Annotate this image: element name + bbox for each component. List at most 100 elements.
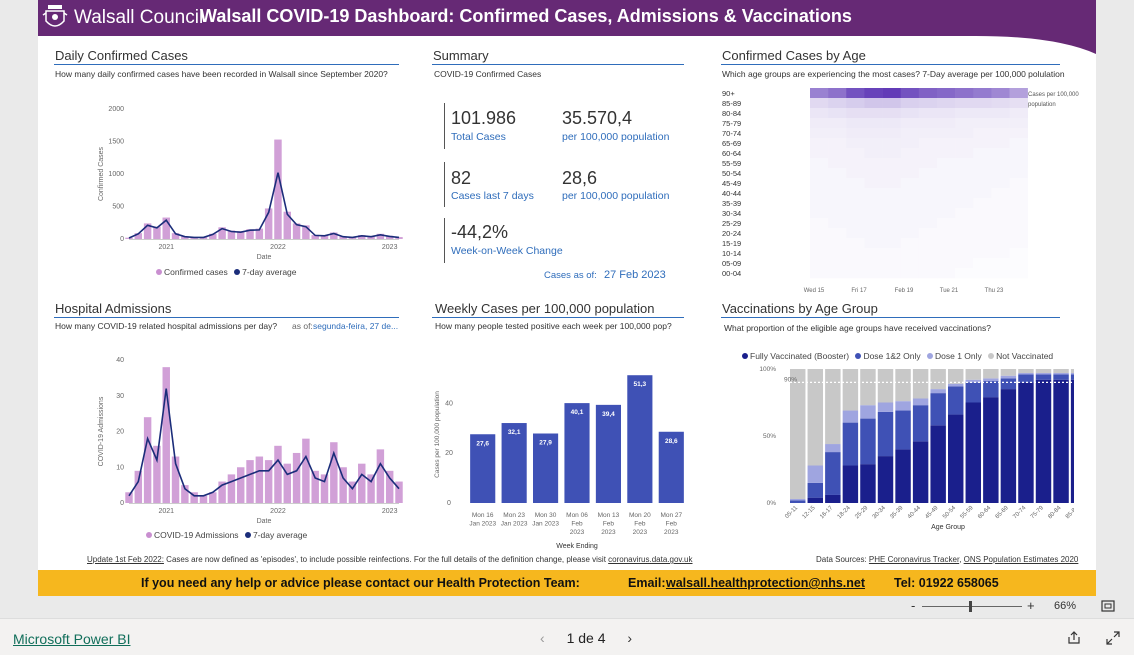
heatmap-cell	[882, 108, 902, 119]
heatmap-cell	[882, 258, 902, 269]
heatmap-cell	[918, 108, 938, 119]
vaccination-bar-segment	[1070, 373, 1074, 375]
vaccinations-chart[interactable]: 0% 50% 100% 05-11 12-15 16-17 18-24 25-29 30-34 3…	[714, 362, 1074, 536]
last7-label: Cases last 7 days	[451, 190, 534, 202]
heatmap-cell	[846, 218, 865, 229]
age-group-label: 30-34	[872, 505, 888, 521]
previous-page-button[interactable]: ‹	[540, 630, 545, 646]
age-row-label: 60-64	[722, 149, 741, 158]
zoom-in-button[interactable]: +	[1027, 598, 1035, 613]
heatmap-legend-label: Cases per 100,000 population	[1028, 92, 1079, 108]
heatmap-cell	[1009, 98, 1028, 109]
heatmap-cell	[810, 238, 829, 249]
sources-label: Data Sources:	[816, 555, 869, 564]
y-tick-label: 20	[445, 450, 453, 457]
heatmap-cell	[955, 268, 974, 279]
heatmap-cell	[973, 208, 992, 219]
last7-rate-value: 28,6	[562, 168, 598, 188]
summary-title: Summary	[433, 48, 489, 63]
vaccination-bar-segment	[842, 465, 859, 503]
week-tick-label: Jan 2023	[501, 521, 528, 528]
vaccination-bar-segment	[1070, 374, 1074, 380]
y-tick-label: 0	[120, 236, 124, 243]
heatmap-cell	[973, 138, 992, 149]
week-tick-label: Mon 13	[598, 512, 620, 519]
expand-icon[interactable]	[1106, 631, 1120, 645]
heatmap-cell	[937, 138, 956, 149]
source-link-ons[interactable]: ONS Population Estimates 2020	[964, 555, 1079, 564]
zoom-slider-track[interactable]	[922, 606, 1022, 607]
bar-mark	[162, 367, 170, 503]
report-page: Walsall Council Walsall COVID-19 Dashboa…	[38, 0, 1096, 596]
heatmap-cell	[973, 188, 992, 199]
heatmap-cell	[918, 88, 938, 99]
age-cases-subtitle: Which age groups are experiencing the mo…	[722, 69, 1065, 79]
avg-legend-dot	[244, 532, 251, 538]
update-link[interactable]: Update 1st Feb 2022:	[87, 555, 164, 564]
heatmap-cell	[918, 208, 938, 219]
zoom-slider-thumb[interactable]	[968, 601, 972, 612]
heatmap-cell	[937, 128, 956, 139]
y-tick-label: 40	[445, 400, 453, 407]
y-tick-label: 40	[116, 357, 124, 364]
heatmap-cell	[991, 208, 1010, 219]
heatmap-cell	[900, 198, 920, 209]
daily-cases-legend: Confirmed cases 7-day average	[156, 267, 297, 277]
heatmap-cell	[973, 168, 992, 179]
heatmap-cell	[991, 168, 1010, 179]
age-cases-heatmap[interactable]: 90+85-8980-8475-7970-7465-6960-6455-5950…	[718, 84, 1028, 296]
vaccination-bar-segment	[965, 402, 982, 503]
heatmap-cell	[828, 88, 847, 99]
age-row-label: 80-84	[722, 109, 741, 118]
vaccination-bar-segment	[1053, 374, 1069, 380]
age-group-label: 25-29	[854, 505, 870, 521]
daily-cases-title: Daily Confirmed Cases	[55, 48, 188, 63]
heatmap-cell	[864, 188, 883, 199]
age-group-label: 65-69	[995, 505, 1011, 521]
weekly-cases-chart[interactable]: 0 20 40 27,6 Mon 16 Jan 2023 32,1 Mon 23 Jan 202…	[431, 358, 693, 552]
age-group-label: 12-15	[802, 505, 818, 521]
vaccination-bar-segment	[1000, 369, 1017, 376]
heatmap-cell	[846, 228, 865, 239]
heatmap-cell	[900, 268, 920, 279]
bar-mark	[199, 495, 208, 503]
legend-dose1: Dose 1 Only	[934, 351, 982, 361]
heatmap-cell	[973, 228, 992, 239]
heatmap-cell	[864, 138, 883, 149]
fit-to-page-icon[interactable]	[1101, 600, 1115, 612]
bar-mark	[376, 449, 385, 503]
heatmap-cell	[882, 118, 902, 129]
heatmap-cell	[937, 248, 956, 259]
heatmap-cell	[864, 98, 883, 109]
date-tick-label: Thu 23	[985, 288, 1004, 294]
zoom-out-button[interactable]: -	[911, 598, 915, 613]
zoom-level: 66%	[1054, 600, 1077, 612]
heatmap-cell	[1009, 88, 1028, 99]
asof-label: Cases as of:	[544, 270, 597, 281]
hospital-asof-value[interactable]: segunda-feira, 27 de...	[313, 321, 398, 331]
x-tick-label: 2021	[158, 508, 174, 515]
source-link-phe[interactable]: PHE Coronavirus Tracker	[869, 555, 959, 564]
y-tick-label: 2000	[108, 106, 124, 113]
bar-mark	[255, 456, 264, 503]
heatmap-cell	[918, 268, 938, 279]
hospital-chart[interactable]: 0 10 20 30 40 2021 2022 2023 Date COVID-19 Admiss…	[53, 348, 403, 530]
daily-cases-chart[interactable]: 0 500 1000 1500 2000 2021 2022 2023 Date Confirme…	[53, 96, 403, 266]
age-row-label: 10-14	[722, 249, 741, 258]
heatmap-cell	[1009, 138, 1028, 149]
heatmap-cell	[828, 118, 847, 129]
weekly-subtitle: How many people tested positive each wee…	[435, 321, 672, 331]
heatmap-cell	[991, 218, 1010, 229]
heatmap-cell	[991, 238, 1010, 249]
age-group-label: 45-49	[924, 505, 940, 521]
heatmap-cell	[918, 168, 938, 179]
weekly-title: Weekly Cases per 100,000 population	[435, 301, 655, 316]
age-row-label: 35-39	[722, 199, 741, 208]
vaccination-bar-segment	[825, 494, 841, 503]
power-bi-link[interactable]: Microsoft Power BI	[13, 631, 130, 647]
next-page-button[interactable]: ›	[627, 630, 632, 646]
email-link[interactable]: walsall.healthprotection@nhs.net	[666, 576, 865, 590]
gov-link[interactable]: coronavirus.data.gov.uk	[608, 555, 692, 564]
y-tick-label: 500	[112, 204, 124, 211]
share-icon[interactable]	[1067, 631, 1081, 645]
